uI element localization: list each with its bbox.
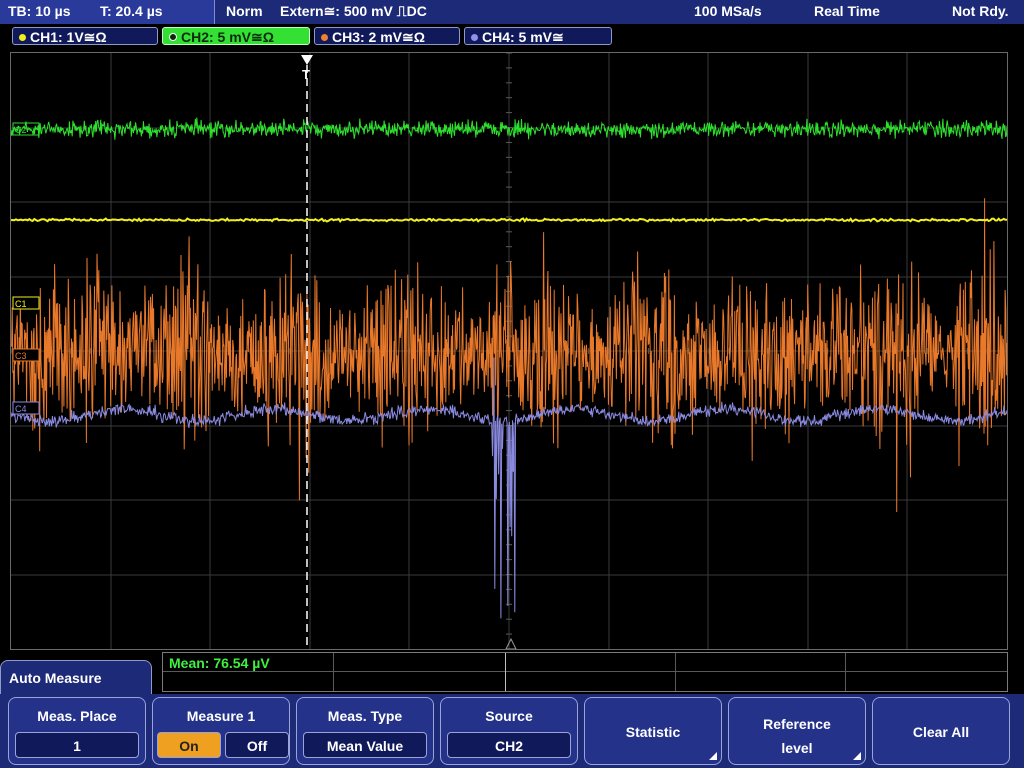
channel-tab-ch4[interactable]: CH4: 5 mV≅ bbox=[464, 27, 612, 45]
measure1-label: Measure 1 bbox=[186, 708, 256, 724]
acquisition-mode: Real Time bbox=[814, 3, 880, 19]
timebase[interactable]: TB: 10 µs bbox=[8, 3, 71, 19]
channel-bar: CH1: 1V≅Ω CH2: 5 mV≅Ω CH3: 2 mV≅Ω CH4: 5… bbox=[0, 24, 1024, 50]
channel-tab-ch3[interactable]: CH3: 2 mV≅Ω bbox=[314, 27, 460, 45]
trigger-source[interactable]: Extern≅: 500 mV ⎍DC bbox=[280, 3, 427, 20]
panel-title-text: Auto Measure bbox=[9, 670, 102, 686]
ch1-dot-icon bbox=[19, 34, 26, 41]
result-cell-divider bbox=[845, 653, 846, 691]
ch4-dot-icon bbox=[471, 34, 478, 41]
trigger-marker-label: T bbox=[302, 67, 310, 82]
ch3-dot-icon bbox=[321, 34, 328, 41]
clear-all-label: Clear All bbox=[912, 724, 970, 740]
auto-measure-panel-title: Auto Measure bbox=[0, 660, 152, 698]
measure1-on-toggle[interactable]: On bbox=[157, 732, 221, 758]
waveform-display[interactable]: T C2 C1 C3 C4 bbox=[10, 52, 1008, 650]
result-cell-divider bbox=[675, 653, 676, 691]
ch2-marker-label: C2 bbox=[15, 125, 27, 135]
result-cell-divider bbox=[505, 653, 506, 691]
measurement-result-bar: Mean: 76.54 µV bbox=[162, 652, 1008, 692]
reference-level-softkey[interactable]: Reference level bbox=[728, 697, 866, 765]
meas-place-softkey[interactable]: Meas. Place 1 bbox=[8, 697, 146, 765]
sample-rate: 100 MSa/s bbox=[694, 3, 762, 19]
softkey-bar: Meas. Place 1 Measure 1 On Off Meas. Typ… bbox=[0, 694, 1024, 768]
ch4-marker-label: C4 bbox=[15, 404, 27, 414]
trigger-time[interactable]: T: 20.4 µs bbox=[100, 3, 163, 19]
horizontal-reference-marker-icon bbox=[505, 637, 517, 649]
submenu-corner-icon bbox=[853, 752, 861, 760]
ch3-label: CH3: 2 mV≅Ω bbox=[332, 29, 425, 45]
statistic-label: Statistic bbox=[625, 724, 681, 740]
source-softkey[interactable]: Source CH2 bbox=[440, 697, 578, 765]
ch1-marker-label: C1 bbox=[15, 299, 27, 309]
result-cell-divider bbox=[333, 653, 334, 691]
ch3-level-marker[interactable]: C3 bbox=[12, 348, 40, 362]
channel-tab-ch2[interactable]: CH2: 5 mV≅Ω bbox=[162, 27, 310, 45]
measure1-softkey[interactable]: Measure 1 On Off bbox=[152, 697, 290, 765]
ch3-marker-label: C3 bbox=[15, 351, 27, 361]
measure1-off-toggle[interactable]: Off bbox=[225, 732, 289, 758]
ch2-dot-icon bbox=[169, 33, 177, 41]
meas-type-value[interactable]: Mean Value bbox=[303, 732, 427, 758]
waveform-svg: T C2 C1 C3 C4 bbox=[11, 53, 1007, 649]
submenu-corner-icon bbox=[709, 752, 717, 760]
ch2-label: CH2: 5 mV≅Ω bbox=[181, 29, 274, 45]
source-label: Source bbox=[485, 708, 533, 724]
source-value[interactable]: CH2 bbox=[447, 732, 571, 758]
ch4-level-marker[interactable]: C4 bbox=[12, 401, 40, 415]
channel-tab-ch1[interactable]: CH1: 1V≅Ω bbox=[12, 27, 158, 45]
ch1-level-marker[interactable]: C1 bbox=[12, 296, 40, 310]
measurement-result: Mean: 76.54 µV bbox=[169, 655, 270, 671]
meas-type-label: Meas. Type bbox=[327, 708, 403, 724]
meas-place-value[interactable]: 1 bbox=[15, 732, 139, 758]
ch1-label: CH1: 1V≅Ω bbox=[30, 29, 107, 45]
trigger-position-marker-icon bbox=[301, 55, 313, 65]
clear-all-softkey[interactable]: Clear All bbox=[872, 697, 1010, 765]
statistic-softkey[interactable]: Statistic bbox=[584, 697, 722, 765]
result-divider bbox=[163, 671, 1007, 672]
trigger-mode[interactable]: Norm bbox=[226, 3, 263, 19]
meas-type-softkey[interactable]: Meas. Type Mean Value bbox=[296, 697, 434, 765]
acquisition-state: Not Rdy. bbox=[952, 3, 1009, 19]
status-bar: TB: 10 µs T: 20.4 µs Norm Extern≅: 500 m… bbox=[0, 0, 1024, 24]
ch4-label: CH4: 5 mV≅ bbox=[482, 29, 564, 45]
meas-place-label: Meas. Place bbox=[37, 708, 117, 724]
reference-level-label: Reference level bbox=[763, 716, 831, 756]
